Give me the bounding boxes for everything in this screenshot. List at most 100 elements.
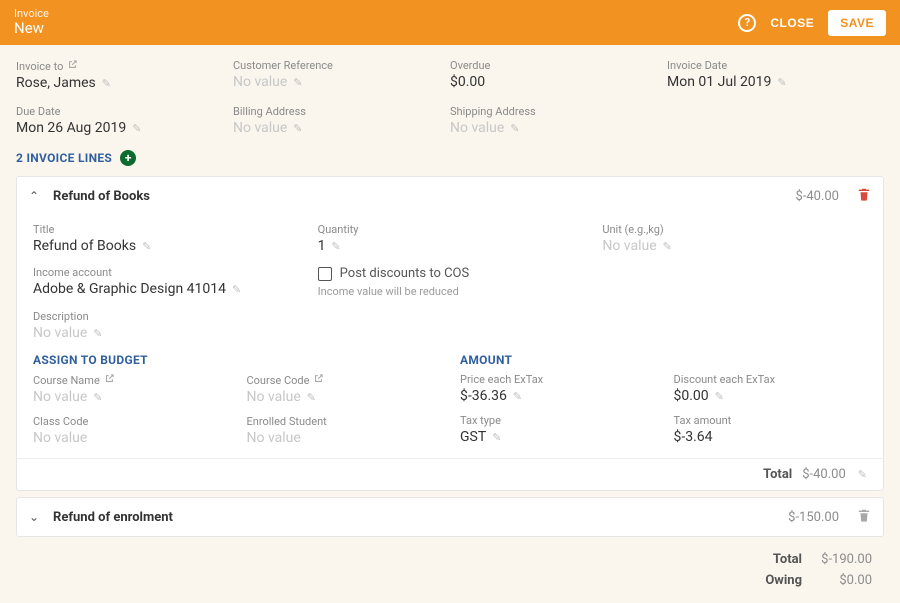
value-text: Adobe & Graphic Design 41014 <box>33 281 226 297</box>
field-label: Shipping Address <box>450 105 667 118</box>
field-label: Class Code <box>33 415 227 428</box>
field-unit[interactable]: Unit (e.g.,kg) No value ✎ <box>602 223 867 254</box>
collapse-chevron-icon[interactable] <box>29 189 43 203</box>
grand-total-row: Total $-190.00 <box>0 549 872 570</box>
pencil-icon[interactable]: ✎ <box>293 76 302 89</box>
field-tax-amount: Tax amount $-3.64 <box>674 414 868 445</box>
line-total-row: Total $-40.00 ✎ <box>17 458 883 490</box>
card-header[interactable]: Refund of Books $-40.00 <box>17 177 883 215</box>
external-link-icon[interactable] <box>67 59 78 73</box>
pencil-icon[interactable]: ✎ <box>510 122 519 135</box>
post-discounts-checkbox[interactable] <box>318 267 332 281</box>
pencil-icon[interactable]: ✎ <box>132 122 141 135</box>
close-button[interactable]: CLOSE <box>770 16 814 30</box>
pencil-icon[interactable]: ✎ <box>93 391 102 404</box>
value-text: $0.00 <box>674 388 709 404</box>
field-label: Unit (e.g.,kg) <box>602 223 867 236</box>
checkbox-label: Post discounts to COS <box>340 266 470 281</box>
pencil-icon[interactable]: ✎ <box>858 468 867 481</box>
invoice-line-card: Refund of enrolment $-150.00 <box>16 497 884 537</box>
field-quantity[interactable]: Quantity 1 ✎ <box>318 223 583 254</box>
grand-totals: Total $-190.00 Owing $0.00 <box>0 543 900 591</box>
field-course-name[interactable]: Course Name No value ✎ <box>33 373 227 405</box>
pencil-icon[interactable]: ✎ <box>307 391 316 404</box>
field-label: Discount each ExTax <box>674 373 868 386</box>
field-title[interactable]: Title Refund of Books ✎ <box>33 223 298 254</box>
delete-line-icon[interactable] <box>857 508 871 526</box>
pencil-icon[interactable]: ✎ <box>663 240 672 253</box>
save-button[interactable]: SAVE <box>828 10 886 36</box>
field-label: Customer Reference <box>233 59 450 72</box>
field-label: Course Code <box>247 373 441 387</box>
field-label: Invoice Date <box>667 59 884 72</box>
grand-owing-row: Owing $0.00 <box>0 570 872 591</box>
add-line-button[interactable]: + <box>120 150 136 166</box>
lines-count-label: 2 INVOICE LINES <box>16 151 112 165</box>
pencil-icon[interactable]: ✎ <box>142 240 151 253</box>
field-value: No value ✎ <box>33 325 867 341</box>
field-value: No value ✎ <box>450 120 667 136</box>
value-text: No value <box>450 120 504 136</box>
field-price-each[interactable]: Price each ExTax $-36.36 ✎ <box>460 373 654 404</box>
pencil-icon[interactable]: ✎ <box>102 77 111 90</box>
value-text: Mon 26 Aug 2019 <box>16 120 126 136</box>
pencil-icon[interactable]: ✎ <box>715 390 724 403</box>
field-label: Price each ExTax <box>460 373 654 386</box>
field-description[interactable]: Description No value ✎ <box>33 310 867 341</box>
invoice-line-card: Refund of Books $-40.00 Title Refund of … <box>16 176 884 491</box>
field-label: Due Date <box>16 105 233 118</box>
field-enrolled-student[interactable]: Enrolled Student No value <box>247 415 441 446</box>
value-text: 1 <box>318 238 326 254</box>
pencil-icon[interactable]: ✎ <box>777 76 786 89</box>
pencil-icon[interactable]: ✎ <box>513 390 522 403</box>
field-course-code[interactable]: Course Code No value ✎ <box>247 373 441 405</box>
budget-header: ASSIGN TO BUDGET <box>33 353 440 367</box>
pencil-icon[interactable]: ✎ <box>293 122 302 135</box>
field-customer-reference[interactable]: Customer Reference No value ✎ <box>233 59 450 91</box>
field-value: $0.00 <box>450 74 667 90</box>
header-actions: ? CLOSE SAVE <box>738 10 886 36</box>
external-link-icon[interactable] <box>104 373 115 387</box>
value-text: No value <box>247 389 301 405</box>
pencil-icon[interactable]: ✎ <box>492 431 501 444</box>
value-text: No value <box>233 120 287 136</box>
field-discount-each[interactable]: Discount each ExTax $0.00 ✎ <box>674 373 868 404</box>
field-invoice-to[interactable]: Invoice to Rose, James ✎ <box>16 59 233 91</box>
field-value: Mon 01 Jul 2019 ✎ <box>667 74 884 90</box>
grand-owing-value: $0.00 <box>812 573 872 588</box>
pencil-icon[interactable]: ✎ <box>93 327 102 340</box>
card-header[interactable]: Refund of enrolment $-150.00 <box>17 498 883 536</box>
expand-chevron-icon[interactable] <box>29 510 43 524</box>
amount-header: AMOUNT <box>460 353 867 367</box>
field-income-account[interactable]: Income account Adobe & Graphic Design 41… <box>33 266 298 298</box>
field-post-discounts: Post discounts to COS Income value will … <box>318 266 583 298</box>
value-text: No value <box>602 238 656 254</box>
budget-section: ASSIGN TO BUDGET Course Name No value ✎ <box>33 353 440 446</box>
delete-line-icon[interactable] <box>857 187 871 205</box>
value-text: GST <box>460 429 486 445</box>
line-total-label: Total <box>763 467 792 482</box>
app-header: Invoice New ? CLOSE SAVE <box>0 0 900 45</box>
value-text: Mon 01 Jul 2019 <box>667 74 771 90</box>
value-text: No value <box>233 74 287 90</box>
field-value: $0.00 ✎ <box>674 388 868 404</box>
field-due-date[interactable]: Due Date Mon 26 Aug 2019 ✎ <box>16 105 233 136</box>
field-value: GST ✎ <box>460 429 654 445</box>
pencil-icon[interactable]: ✎ <box>232 283 241 296</box>
field-value: No value ✎ <box>233 120 450 136</box>
card-body: Title Refund of Books ✎ Quantity 1 ✎ Uni… <box>17 215 883 458</box>
pencil-icon[interactable]: ✎ <box>332 240 341 253</box>
header-type-label: Invoice <box>14 8 738 19</box>
external-link-icon[interactable] <box>313 373 324 387</box>
checkbox-hint: Income value will be reduced <box>318 285 583 298</box>
field-class-code[interactable]: Class Code No value <box>33 415 227 446</box>
value-text: Rose, James <box>16 75 96 91</box>
help-icon[interactable]: ? <box>738 14 756 32</box>
field-invoice-date[interactable]: Invoice Date Mon 01 Jul 2019 ✎ <box>667 59 884 91</box>
field-label: Quantity <box>318 223 583 236</box>
field-tax-type[interactable]: Tax type GST ✎ <box>460 414 654 445</box>
field-value: Refund of Books ✎ <box>33 238 298 254</box>
grand-owing-label: Owing <box>765 573 802 588</box>
field-shipping-address[interactable]: Shipping Address No value ✎ <box>450 105 667 136</box>
field-billing-address[interactable]: Billing Address No value ✎ <box>233 105 450 136</box>
